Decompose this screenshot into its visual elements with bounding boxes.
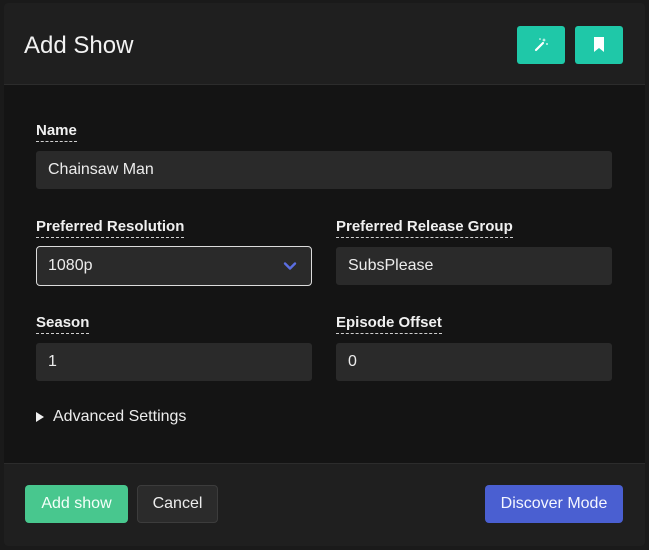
release-group-label: Preferred Release Group <box>336 218 513 238</box>
resolution-select[interactable]: 1080p <box>36 246 312 286</box>
magic-wand-icon <box>534 38 548 52</box>
modal-footer: Add show Cancel Discover Mode <box>4 463 645 546</box>
name-label: Name <box>36 122 77 142</box>
season-input[interactable]: 1 <box>36 343 312 381</box>
modal-header: Add Show <box>4 3 645 85</box>
episode-offset-label: Episode Offset <box>336 314 442 334</box>
resolution-selected-value: 1080p <box>48 257 93 274</box>
cancel-button[interactable]: Cancel <box>137 485 218 523</box>
name-input[interactable]: Chainsaw Man <box>36 151 612 189</box>
discover-mode-button[interactable]: Discover Mode <box>485 485 623 523</box>
resolution-label: Preferred Resolution <box>36 218 185 238</box>
episode-offset-input[interactable]: 0 <box>336 343 612 381</box>
add-show-button[interactable]: Add show <box>25 485 128 523</box>
add-show-modal: Add Show Name Chainsaw Man Preferred Res… <box>4 3 645 546</box>
release-group-input[interactable]: SubsPlease <box>336 247 612 285</box>
bookmark-button[interactable] <box>575 26 623 64</box>
season-label: Season <box>36 314 90 334</box>
magic-button[interactable] <box>517 26 565 64</box>
advanced-settings-toggle[interactable]: Advanced Settings <box>36 408 186 426</box>
modal-title: Add Show <box>24 32 134 59</box>
advanced-settings-label: Advanced Settings <box>53 408 187 425</box>
chevron-down-icon <box>283 262 297 270</box>
bookmark-icon <box>594 37 604 52</box>
caret-right-icon <box>36 412 44 422</box>
